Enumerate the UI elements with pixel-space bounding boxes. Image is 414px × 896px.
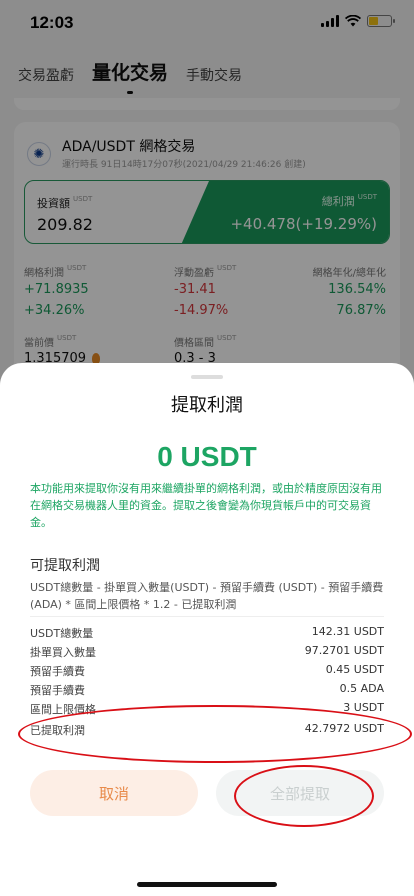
home-indicator	[137, 882, 277, 887]
detail-row: 區間上限價格 3 USDT	[30, 701, 384, 716]
detail-row-withdrawn: 已提取利潤 42.7972 USDT	[30, 722, 384, 737]
cancel-button[interactable]: 取消	[30, 770, 198, 816]
withdrawable-amount: 0 USDT	[157, 441, 257, 472]
withdrawable-section-title: 可提取利潤	[30, 558, 100, 574]
withdraw-formula: USDT總數量 - 掛單買入數量(USDT) - 預留手續費 (USDT) - …	[30, 581, 384, 611]
withdraw-description: 本功能用來提取你沒有用來繼續掛單的網格利潤，或由於精度原因沒有用在網格交易機器人…	[30, 482, 382, 529]
divider	[30, 616, 384, 617]
sheet-handle[interactable]	[191, 375, 223, 379]
detail-row: 掛單買入數量 97.2701 USDT	[30, 644, 384, 659]
detail-row: 預留手續費 0.45 USDT	[30, 663, 384, 678]
withdraw-all-button[interactable]: 全部提取	[216, 770, 384, 816]
withdraw-profit-sheet: 提取利潤 0 USDT 本功能用來提取你沒有用來繼續掛單的網格利潤，或由於精度原…	[0, 363, 414, 896]
detail-row: 預留手續費 0.5 ADA	[30, 682, 384, 697]
sheet-title: 提取利潤	[171, 395, 243, 416]
detail-row: USDT總數量 142.31 USDT	[30, 625, 384, 640]
